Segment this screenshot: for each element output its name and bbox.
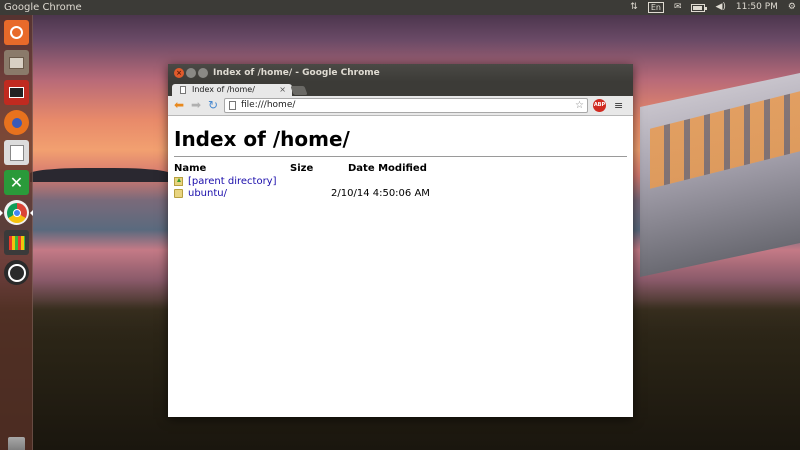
column-header-size[interactable]: Size (290, 163, 313, 174)
network-transfer-icon[interactable]: ⇅ (630, 0, 638, 15)
page-heading: Index of /home/ (174, 127, 350, 151)
table-row-ubuntu: ubuntu/ 2/10/14 4:50:06 AM (174, 188, 627, 200)
top-panel: Google Chrome ⇅ En ✉ ◀) 11:50 PM ⚙ (0, 0, 800, 15)
gear-icon[interactable]: ⚙ (788, 0, 796, 15)
ubuntu-folder-link[interactable]: ubuntu/ (188, 188, 227, 199)
parent-directory-link[interactable]: [parent directory] (188, 176, 277, 187)
clock[interactable]: 11:50 PM (736, 0, 778, 15)
trash-icon[interactable] (8, 437, 25, 450)
crossover-icon[interactable]: ✕ (4, 170, 29, 195)
parent-folder-icon (174, 177, 183, 186)
page-icon (229, 101, 236, 110)
reload-icon[interactable]: ↻ (206, 98, 220, 112)
files-icon[interactable] (4, 50, 29, 75)
launcher: ✕ (0, 15, 33, 450)
new-tab-button[interactable] (290, 86, 308, 95)
keyboard-layout-indicator[interactable]: En (647, 2, 664, 13)
window-title: Index of /home/ - Google Chrome (213, 68, 380, 78)
system-monitor-icon[interactable] (4, 230, 29, 255)
table-row-parent: [parent directory] (174, 176, 627, 188)
page-content: Index of /home/ Name Size Date Modified … (168, 116, 633, 417)
chrome-icon[interactable] (0, 200, 33, 225)
adblock-icon[interactable]: ABP (593, 99, 606, 112)
mail-icon[interactable]: ✉ (674, 0, 682, 15)
dash-home-icon[interactable] (4, 20, 29, 45)
close-icon[interactable]: × (174, 68, 184, 78)
volume-icon[interactable]: ◀) (715, 0, 725, 15)
heading-divider (174, 156, 627, 157)
window-titlebar[interactable]: × Index of /home/ - Google Chrome (168, 64, 633, 82)
tab-label: Index of /home/ (192, 85, 255, 94)
screenshot-icon[interactable] (4, 80, 29, 105)
battery-icon[interactable] (691, 0, 708, 15)
text-editor-icon[interactable] (4, 140, 29, 165)
chrome-menu-icon[interactable]: ≡ (614, 99, 624, 112)
firefox-icon[interactable] (4, 110, 29, 135)
ubuntu-one-icon[interactable] (4, 260, 29, 285)
column-header-date[interactable]: Date Modified (348, 163, 427, 174)
browser-toolbar: ⬅ ➡ ↻ file:///home/ ☆ ABP ≡ (168, 96, 633, 116)
maximize-icon[interactable] (198, 68, 208, 78)
row-date: 2/10/14 4:50:06 AM (331, 188, 430, 199)
active-app-title: Google Chrome (4, 2, 82, 13)
bookmark-star-icon[interactable]: ☆ (575, 99, 584, 112)
chrome-window: × Index of /home/ - Google Chrome Index … (168, 64, 633, 417)
tab-index-home[interactable]: Index of /home/ × (172, 84, 292, 96)
document-icon (180, 86, 186, 94)
address-bar[interactable]: file:///home/ ☆ (224, 98, 588, 113)
indicator-area: ⇅ En ✉ ◀) 11:50 PM ⚙ (630, 0, 796, 15)
column-header-name[interactable]: Name (174, 163, 206, 174)
tab-close-icon[interactable]: × (279, 84, 286, 96)
back-arrow-icon[interactable]: ⬅ (172, 98, 186, 112)
url-text[interactable]: file:///home/ (241, 99, 295, 112)
wallpaper-treeline (30, 168, 170, 182)
minimize-icon[interactable] (186, 68, 196, 78)
tab-strip: Index of /home/ × (168, 82, 633, 96)
forward-arrow-icon[interactable]: ➡ (189, 98, 203, 112)
folder-icon (174, 189, 183, 198)
